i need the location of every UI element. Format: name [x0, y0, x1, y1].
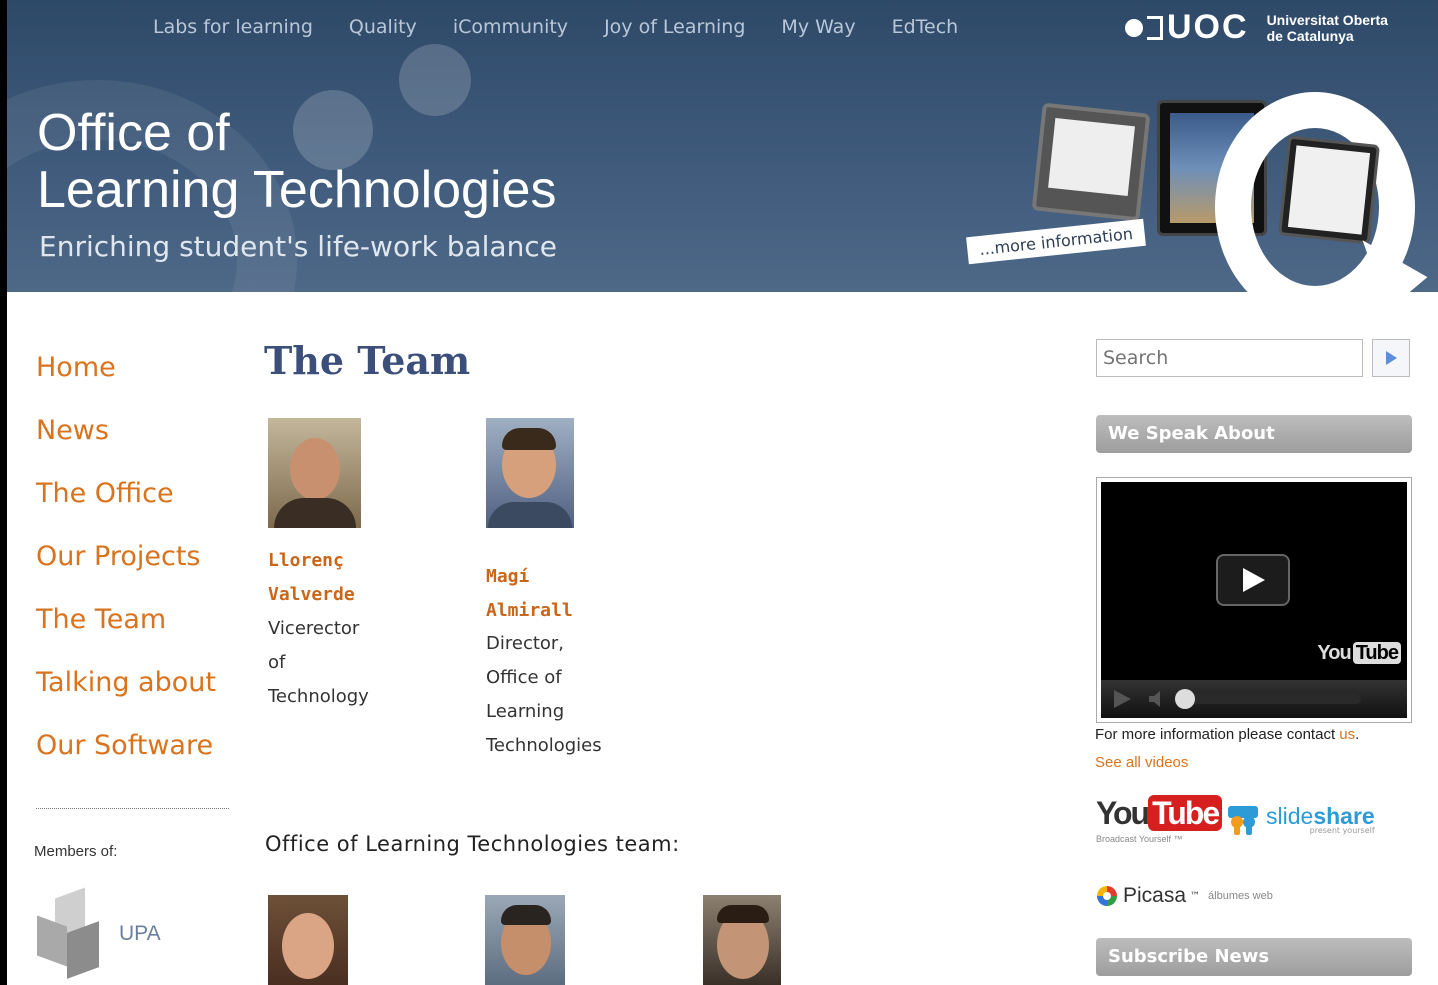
page-title: The Team	[264, 338, 471, 383]
role-line: Office of	[486, 667, 562, 688]
left-nav-divider	[36, 808, 229, 809]
uoc-name-line1: Universitat Oberta	[1266, 11, 1388, 28]
video-screen: You Tube	[1101, 482, 1407, 718]
site-title-line2: Learning Technologies	[37, 161, 557, 219]
contact-us-link[interactable]: us	[1339, 726, 1355, 743]
picasa-icon	[1097, 886, 1117, 906]
uoc-mark: UOC	[1125, 8, 1249, 47]
youtube-logo-tube: Tube	[1148, 795, 1223, 831]
video-controls	[1101, 680, 1407, 718]
site-header: Labs for learning Quality iCommunity Joy…	[7, 0, 1438, 292]
top-nav-quality[interactable]: Quality	[349, 16, 417, 38]
person-name[interactable]: Llorenç Valverde	[268, 544, 355, 612]
ipad-icon	[1278, 135, 1380, 245]
person-name-last: Valverde	[268, 584, 355, 605]
role-line: Learning	[486, 701, 565, 722]
team-heading: Office of Learning Technologies team:	[265, 832, 680, 856]
youtube-badge-tube: Tube	[1352, 642, 1401, 664]
video-progress-knob[interactable]	[1175, 689, 1195, 709]
play-arrow-icon	[1386, 351, 1397, 365]
youtube-badge[interactable]: You Tube	[1317, 642, 1401, 665]
see-all-videos-link[interactable]: See all videos	[1095, 754, 1188, 771]
left-nav-projects[interactable]: Our Projects	[36, 537, 216, 600]
picasa-text: Picasa	[1123, 884, 1187, 907]
uoc-name: Universitat Oberta de Catalunya	[1267, 12, 1388, 44]
picasa-logo-link[interactable]: Picasa ™ álbumes web	[1095, 884, 1273, 908]
top-nav-joy[interactable]: Joy of Learning	[604, 16, 745, 38]
photo-team-member[interactable]	[485, 895, 565, 985]
ereader-icon	[1031, 102, 1151, 222]
uoc-dot-icon	[1125, 18, 1143, 37]
left-nav-home[interactable]: Home	[36, 348, 216, 411]
top-nav-icommunity[interactable]: iCommunity	[453, 16, 568, 38]
left-nav: Home News The Office Our Projects The Te…	[36, 348, 216, 789]
subscribe-news-title[interactable]: Subscribe News	[1096, 938, 1412, 976]
role-line: Vicerector	[268, 618, 360, 639]
left-nav-software[interactable]: Our Software	[36, 726, 216, 789]
picasa-tm: ™	[1190, 890, 1201, 902]
search-input[interactable]	[1096, 339, 1363, 377]
we-speak-about-title: We Speak About	[1096, 415, 1412, 453]
role-line: of	[268, 652, 286, 673]
upa-logo-icon	[37, 887, 101, 979]
person-name-last: Almirall	[486, 600, 573, 621]
youtube-logo-slogan: Broadcast Yourself ™	[1096, 834, 1183, 844]
person-name-first: Llorenç	[268, 550, 344, 571]
contact-prefix: For more information please contact	[1095, 726, 1340, 743]
role-line: Technologies	[486, 735, 602, 756]
contact-suffix: .	[1355, 726, 1360, 743]
person-role: Director, Office of Learning Technologie…	[486, 627, 602, 763]
upa-link[interactable]: UPA	[37, 887, 161, 979]
uoc-logo[interactable]: UOC Universitat Oberta de Catalunya	[1125, 8, 1388, 47]
slideshare-text-a: slide	[1266, 803, 1314, 829]
photo-magi-almirall[interactable]	[486, 418, 574, 528]
uoc-name-line2: de Catalunya	[1266, 27, 1354, 44]
decor-bubble	[399, 44, 471, 116]
more-info-link[interactable]: ...more information	[966, 218, 1147, 265]
person-name-first: Magí	[486, 566, 530, 587]
picasa-slogan: álbumes web	[1208, 890, 1273, 902]
uoc-mark-text: UOC	[1167, 8, 1249, 46]
uoc-bracket-icon	[1147, 15, 1163, 40]
youtube-badge-you: You	[1317, 642, 1351, 664]
photo-llorenc-valverde[interactable]	[268, 418, 361, 528]
decor-bubble	[293, 90, 373, 170]
top-nav-myway[interactable]: My Way	[781, 16, 855, 38]
person-name[interactable]: Magí Almirall	[486, 560, 573, 628]
person-role: Vicerector of Technology	[268, 612, 369, 714]
slideshare-icon	[1228, 806, 1258, 835]
photo-team-member[interactable]	[268, 895, 348, 985]
left-nav-news[interactable]: News	[36, 411, 216, 474]
contact-text: For more information please contact us.	[1095, 726, 1359, 743]
play-icon	[1243, 568, 1265, 592]
left-nav-team[interactable]: The Team	[36, 600, 216, 663]
upa-label: UPA	[119, 922, 161, 945]
youtube-logo-you: You	[1096, 795, 1150, 831]
video-progress-bar[interactable]	[1175, 689, 1361, 709]
control-play-icon[interactable]	[1111, 688, 1133, 710]
video-play-button[interactable]	[1216, 554, 1290, 606]
top-nav-labs[interactable]: Labs for learning	[153, 16, 313, 38]
top-nav: Labs for learning Quality iCommunity Joy…	[153, 16, 958, 38]
role-line: Technology	[268, 686, 369, 707]
site-tagline: Enriching student's life-work balance	[39, 230, 557, 263]
page: Labs for learning Quality iCommunity Joy…	[7, 0, 1438, 985]
volume-icon[interactable]	[1147, 688, 1169, 710]
role-line: Director,	[486, 633, 565, 654]
photo-team-member[interactable]	[703, 895, 781, 985]
left-nav-talking[interactable]: Talking about	[36, 663, 216, 726]
youtube-logo-link[interactable]: You Tube Broadcast Yourself ™	[1096, 795, 1223, 844]
top-nav-edtech[interactable]: EdTech	[892, 16, 959, 38]
search-button[interactable]	[1372, 339, 1410, 377]
members-label: Members of:	[34, 843, 118, 860]
slideshare-logo-link[interactable]: slideshare present yourself	[1226, 802, 1375, 836]
site-title-line1: Office of	[37, 104, 230, 162]
video-player[interactable]: You Tube	[1096, 477, 1412, 723]
left-nav-office[interactable]: The Office	[36, 474, 216, 537]
